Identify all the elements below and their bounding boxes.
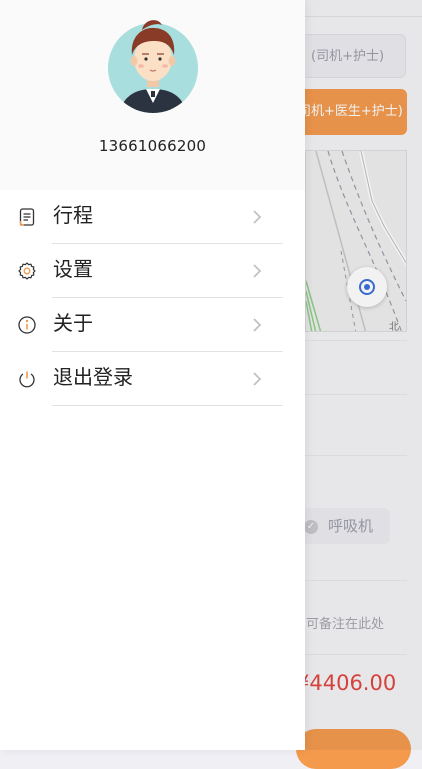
menu-item-label: 关于 — [53, 311, 93, 335]
gear-icon — [18, 262, 36, 280]
side-drawer: 13661066200 行程 设置 关于 退出登录 — [0, 0, 305, 750]
menu-item-label: 行程 — [53, 203, 93, 227]
menu-item-label: 设置 — [53, 257, 93, 281]
menu-item-about[interactable]: 关于 — [0, 298, 305, 352]
chevron-right-icon — [253, 264, 262, 278]
power-icon — [19, 371, 35, 388]
profile-header: 13661066200 — [0, 0, 305, 190]
chevron-right-icon — [253, 210, 262, 224]
menu-item-logout[interactable]: 退出登录 — [0, 352, 305, 406]
menu-item-label: 退出登录 — [53, 365, 133, 389]
menu-item-settings[interactable]: 设置 — [0, 244, 305, 298]
avatar[interactable] — [108, 11, 198, 113]
drawer-menu: 行程 设置 关于 退出登录 — [0, 190, 305, 406]
document-icon — [19, 208, 35, 226]
menu-item-trips[interactable]: 行程 — [0, 190, 305, 244]
info-icon — [18, 316, 36, 334]
chevron-right-icon — [253, 372, 262, 386]
divider — [52, 405, 283, 406]
phone-number: 13661066200 — [98, 137, 207, 155]
chevron-right-icon — [253, 318, 262, 332]
